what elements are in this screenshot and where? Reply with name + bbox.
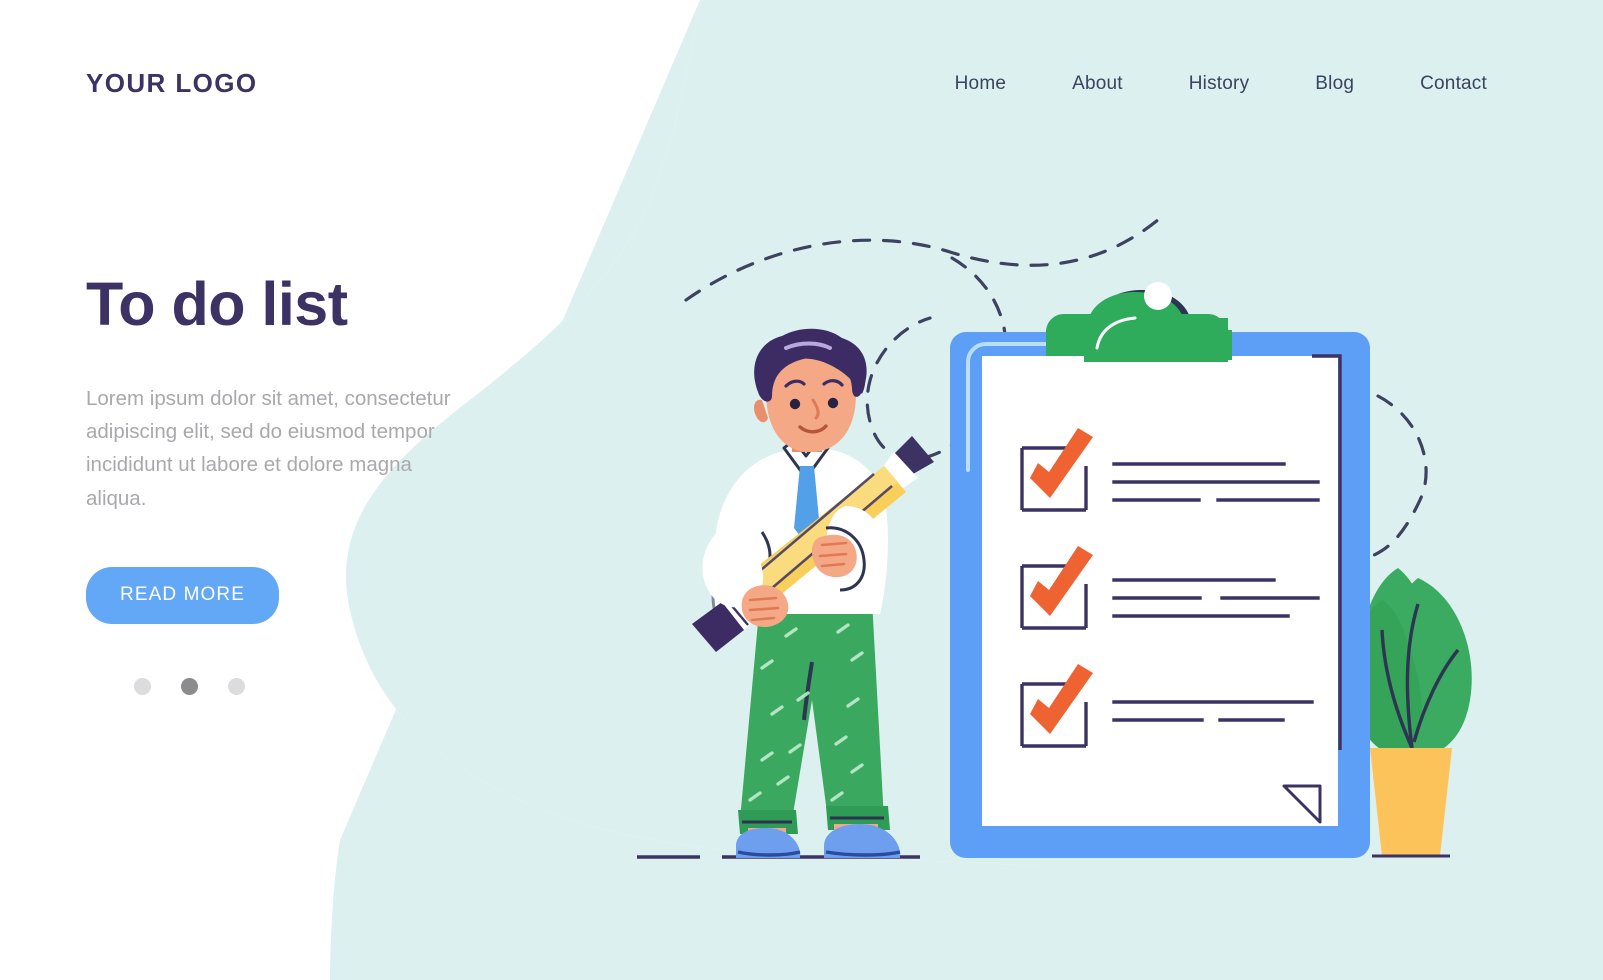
- site-header: YOUR LOGO Home About History Blog Contac…: [0, 0, 1603, 170]
- eye-left: [789, 398, 801, 410]
- page-title: To do list: [86, 270, 348, 338]
- eye-right: [827, 397, 839, 409]
- hero-section: To do list Lorem ipsum dolor sit amet, c…: [86, 272, 506, 695]
- character-man: [692, 328, 934, 858]
- nav-item-home[interactable]: Home: [955, 73, 1006, 95]
- carousel-dots: [134, 677, 506, 695]
- clipboard-clip-base-rect: [1084, 330, 1232, 360]
- main-navigation: Home About History Blog Contact: [955, 73, 1487, 95]
- landing-page-root: YOUR LOGO Home About History Blog Contac…: [0, 0, 1603, 980]
- nav-item-about[interactable]: About: [1072, 73, 1123, 95]
- nav-item-blog[interactable]: Blog: [1315, 73, 1354, 95]
- dashed-curve-right: [1370, 394, 1428, 558]
- nav-item-contact[interactable]: Contact: [1420, 73, 1487, 95]
- hero-subtitle: Lorem ipsum dolor sit amet, consectetur …: [86, 387, 451, 510]
- clipboard: [950, 282, 1370, 858]
- read-more-button[interactable]: READ MORE: [86, 566, 279, 624]
- clipboard-clip-hole: [1144, 282, 1172, 310]
- character-pants: [740, 600, 884, 820]
- carousel-dot-2[interactable]: [181, 677, 198, 695]
- carousel-dot-1[interactable]: [134, 677, 151, 695]
- carousel-dot-3[interactable]: [228, 677, 245, 695]
- plant-pot: [1370, 748, 1452, 856]
- character-ear: [754, 399, 768, 423]
- site-logo[interactable]: YOUR LOGO: [86, 68, 258, 99]
- nav-item-history[interactable]: History: [1189, 73, 1250, 95]
- dashed-curve-top: [684, 212, 1167, 302]
